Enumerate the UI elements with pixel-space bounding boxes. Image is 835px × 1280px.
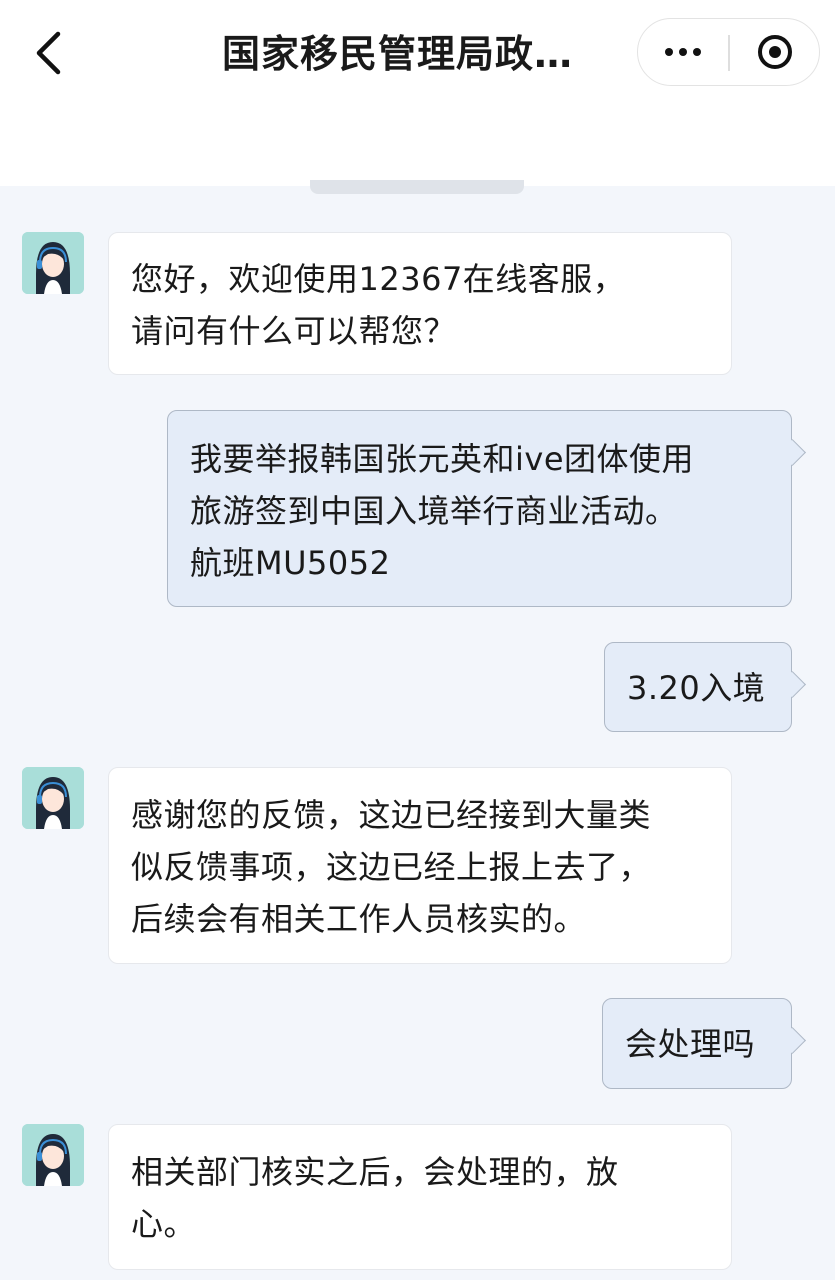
close-button[interactable]	[730, 19, 820, 85]
target-circle-icon	[758, 35, 792, 69]
system-notice-pill	[310, 180, 524, 194]
more-button[interactable]	[638, 19, 728, 85]
message-bubble-user: 会处理吗	[602, 998, 792, 1089]
agent-avatar	[22, 232, 84, 294]
agent-avatar	[22, 767, 84, 829]
agent-avatar	[22, 1124, 84, 1186]
customer-service-avatar-icon	[22, 1124, 84, 1186]
customer-service-avatar-icon	[22, 232, 84, 294]
message-bubble-agent: 感谢您的反馈，这边已经接到大量类 似反馈事项，这边已经上报上去了， 后续会有相关…	[108, 767, 732, 964]
mini-program-capsule	[637, 18, 820, 86]
customer-service-avatar-icon	[22, 767, 84, 829]
chevron-left-icon	[36, 31, 61, 75]
back-button[interactable]	[26, 30, 72, 76]
message-bubble-agent: 相关部门核实之后，会处理的，放 心。	[108, 1124, 732, 1270]
nav-bar: 国家移民管理局政…	[0, 0, 835, 186]
message-bubble-agent: 您好，欢迎使用12367在线客服， 请问有什么可以帮您？	[108, 232, 732, 375]
message-bubble-user: 我要举报韩国张元英和ive团体使用 旅游签到中国入境举行商业活动。 航班MU50…	[167, 410, 792, 607]
more-dots-icon	[665, 48, 701, 56]
page-title: 国家移民管理局政…	[222, 32, 574, 76]
message-bubble-user: 3.20入境	[604, 642, 792, 732]
